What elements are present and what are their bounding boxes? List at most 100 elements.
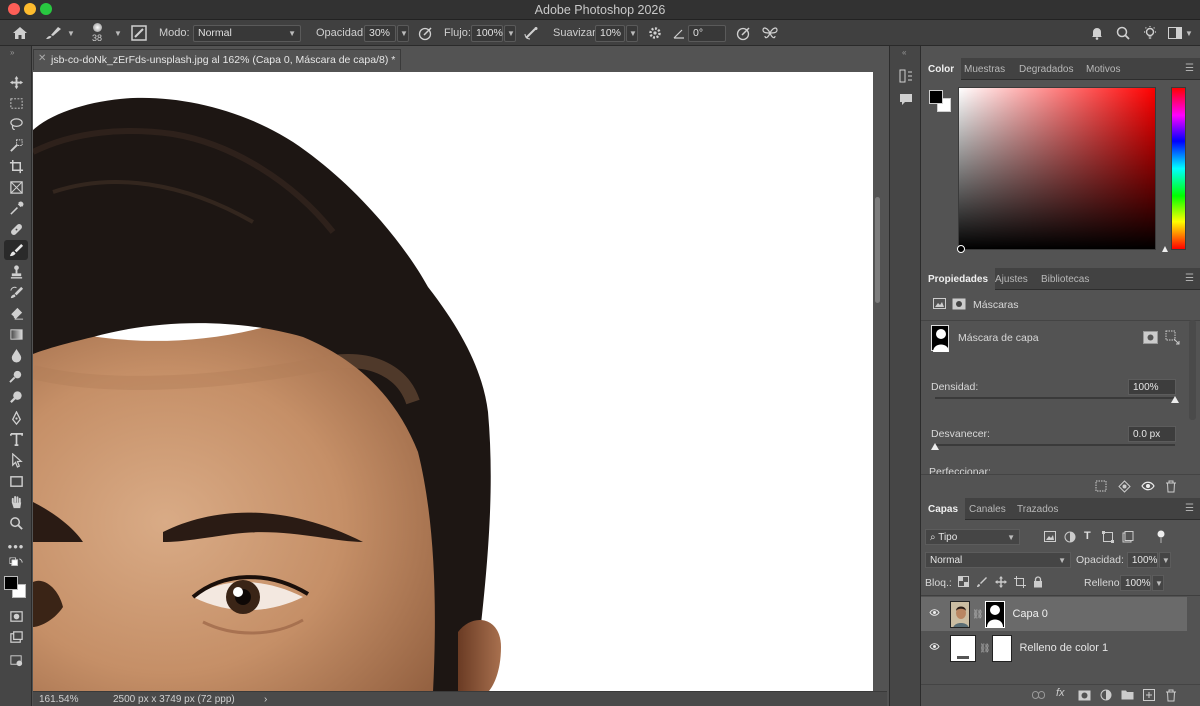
- apply-mask-footer-icon[interactable]: [1118, 480, 1131, 496]
- mask-link-icon[interactable]: ⛓: [979, 643, 990, 654]
- expand-toolbar-icon[interactable]: »: [10, 48, 14, 57]
- healing-brush-tool-icon[interactable]: [4, 219, 28, 239]
- brush-size-picker[interactable]: 38: [92, 20, 102, 46]
- mode-select[interactable]: Normal ▼: [193, 24, 301, 42]
- close-document-icon[interactable]: ✕: [38, 53, 46, 64]
- history-panel-icon[interactable]: [898, 68, 914, 87]
- delete-layer-icon[interactable]: [1165, 689, 1177, 705]
- hue-slider[interactable]: [1171, 87, 1186, 250]
- load-selection-icon[interactable]: [1095, 480, 1107, 495]
- tab-adjustments[interactable]: Ajustes: [988, 268, 1035, 290]
- document-tab[interactable]: ✕ jsb-co-doNk_zErFds-unsplash.jpg al 162…: [33, 49, 401, 70]
- workspace-icon[interactable]: ▼: [1168, 20, 1193, 46]
- layer-effects-icon[interactable]: fx: [1056, 687, 1065, 699]
- layer-opacity-dropdown[interactable]: ▼: [1158, 552, 1171, 568]
- tab-patterns[interactable]: Motivos: [1079, 58, 1127, 80]
- layer-name[interactable]: Capa 0: [1012, 608, 1047, 620]
- tab-paths[interactable]: Trazados: [1010, 498, 1065, 520]
- lock-transparency-icon[interactable]: [957, 576, 969, 590]
- eraser-tool-icon[interactable]: [4, 303, 28, 323]
- more-tools-icon[interactable]: •••: [4, 536, 28, 556]
- path-selection-tool-icon[interactable]: [4, 450, 28, 470]
- new-group-folder-icon[interactable]: [1121, 689, 1134, 703]
- dodge-tool-icon[interactable]: [4, 366, 28, 386]
- move-tool-icon[interactable]: [4, 72, 28, 92]
- feather-slider-track[interactable]: [935, 444, 1175, 446]
- delete-mask-icon[interactable]: [1165, 480, 1177, 496]
- bell-icon[interactable]: [1090, 20, 1104, 46]
- brush-tool-preset-picker[interactable]: ▼: [44, 20, 75, 46]
- home-icon[interactable]: [12, 20, 28, 46]
- object-selection-tool-icon[interactable]: [4, 135, 28, 155]
- panel-menu-icon[interactable]: ☰: [1185, 273, 1194, 284]
- density-input[interactable]: 100%: [1128, 379, 1176, 395]
- type-tool-icon[interactable]: [4, 429, 28, 449]
- opacity-dropdown[interactable]: ▼: [397, 24, 409, 42]
- fill-input[interactable]: 100%: [1120, 575, 1151, 591]
- filter-smart-object-icon[interactable]: [1122, 531, 1134, 546]
- edit-toolbar-icon[interactable]: [4, 650, 28, 670]
- blur-tool-icon[interactable]: [4, 345, 28, 365]
- marquee-tool-icon[interactable]: [4, 93, 28, 113]
- mask-thumbnail[interactable]: [931, 325, 949, 352]
- comments-panel-icon[interactable]: [898, 92, 914, 111]
- link-layers-icon[interactable]: [1032, 690, 1045, 702]
- feather-slider-thumb[interactable]: [931, 443, 939, 450]
- color-picker-handle[interactable]: [957, 245, 965, 253]
- new-adjustment-layer-icon[interactable]: [1100, 689, 1112, 704]
- fill-dropdown[interactable]: ▼: [1152, 575, 1164, 591]
- mask-link-icon[interactable]: ⛓: [972, 609, 983, 620]
- layer-opacity-input[interactable]: 100%: [1126, 552, 1158, 568]
- color-foreground-swatch[interactable]: [929, 90, 943, 104]
- tab-properties[interactable]: Propiedades: [921, 268, 996, 290]
- collapse-dock-icon[interactable]: «: [902, 48, 906, 57]
- lasso-tool-icon[interactable]: [4, 114, 28, 134]
- airbrush-icon[interactable]: [523, 20, 539, 46]
- density-slider-thumb[interactable]: [1171, 396, 1179, 403]
- layer-visibility-eye-icon[interactable]: [929, 642, 941, 654]
- layer-name[interactable]: Relleno de color 1: [1019, 642, 1108, 654]
- layer-row-relleno-de-color-1[interactable]: ⛓ Relleno de color 1: [921, 631, 1187, 665]
- rectangle-tool-icon[interactable]: [4, 471, 28, 491]
- pressure-opacity-icon[interactable]: [418, 20, 433, 46]
- layer-image-thumbnail[interactable]: [950, 600, 970, 628]
- clone-stamp-tool-icon[interactable]: [4, 261, 28, 281]
- chevron-down-icon[interactable]: ▼: [114, 29, 122, 38]
- pixel-mask-icon[interactable]: [933, 298, 946, 312]
- opacity-input[interactable]: 30%: [364, 24, 396, 42]
- color-saturation-field[interactable]: [958, 87, 1156, 250]
- tab-color[interactable]: Color: [921, 58, 962, 80]
- fill-layer-thumbnail[interactable]: [950, 634, 976, 662]
- hand-tool-icon[interactable]: [4, 492, 28, 512]
- filter-type-icon[interactable]: T: [1084, 530, 1091, 542]
- vector-mask-icon[interactable]: [952, 298, 966, 313]
- filter-shape-icon[interactable]: [1102, 531, 1114, 546]
- feather-input[interactable]: 0.0 px: [1128, 426, 1176, 442]
- screen-mode-icon[interactable]: [4, 627, 28, 647]
- properties-scrollbar[interactable]: [1189, 320, 1196, 420]
- new-layer-icon[interactable]: [1143, 689, 1155, 704]
- tab-channels[interactable]: Canales: [962, 498, 1013, 520]
- smoothing-settings-gear-icon[interactable]: [648, 20, 662, 46]
- lock-position-icon[interactable]: [994, 575, 1007, 591]
- tab-gradients[interactable]: Degradados: [1012, 58, 1080, 80]
- tab-swatches[interactable]: Muestras: [957, 58, 1012, 80]
- density-slider-track[interactable]: [935, 397, 1175, 399]
- blend-mode-select[interactable]: Normal ▼: [925, 552, 1071, 568]
- lightbulb-icon[interactable]: [1142, 20, 1158, 46]
- zoom-tool-icon[interactable]: [4, 513, 28, 533]
- eyedropper-tool-icon[interactable]: [4, 198, 28, 218]
- symmetry-butterfly-icon[interactable]: [762, 20, 778, 46]
- default-colors-icon[interactable]: [4, 556, 28, 572]
- angle-input[interactable]: 0°: [688, 24, 726, 42]
- canvas-area[interactable]: [33, 70, 887, 692]
- hue-slider-handle[interactable]: [1162, 246, 1168, 252]
- smoothing-input[interactable]: 10%: [595, 24, 625, 42]
- search-icon[interactable]: [1116, 20, 1130, 46]
- status-menu-arrow[interactable]: ›: [264, 694, 267, 705]
- layer-mask-thumbnail[interactable]: [985, 600, 1006, 628]
- vertical-scrollbar[interactable]: [875, 197, 880, 303]
- history-brush-tool-icon[interactable]: [4, 282, 28, 302]
- document-canvas[interactable]: [33, 72, 873, 692]
- brush-tool-icon[interactable]: [4, 240, 28, 260]
